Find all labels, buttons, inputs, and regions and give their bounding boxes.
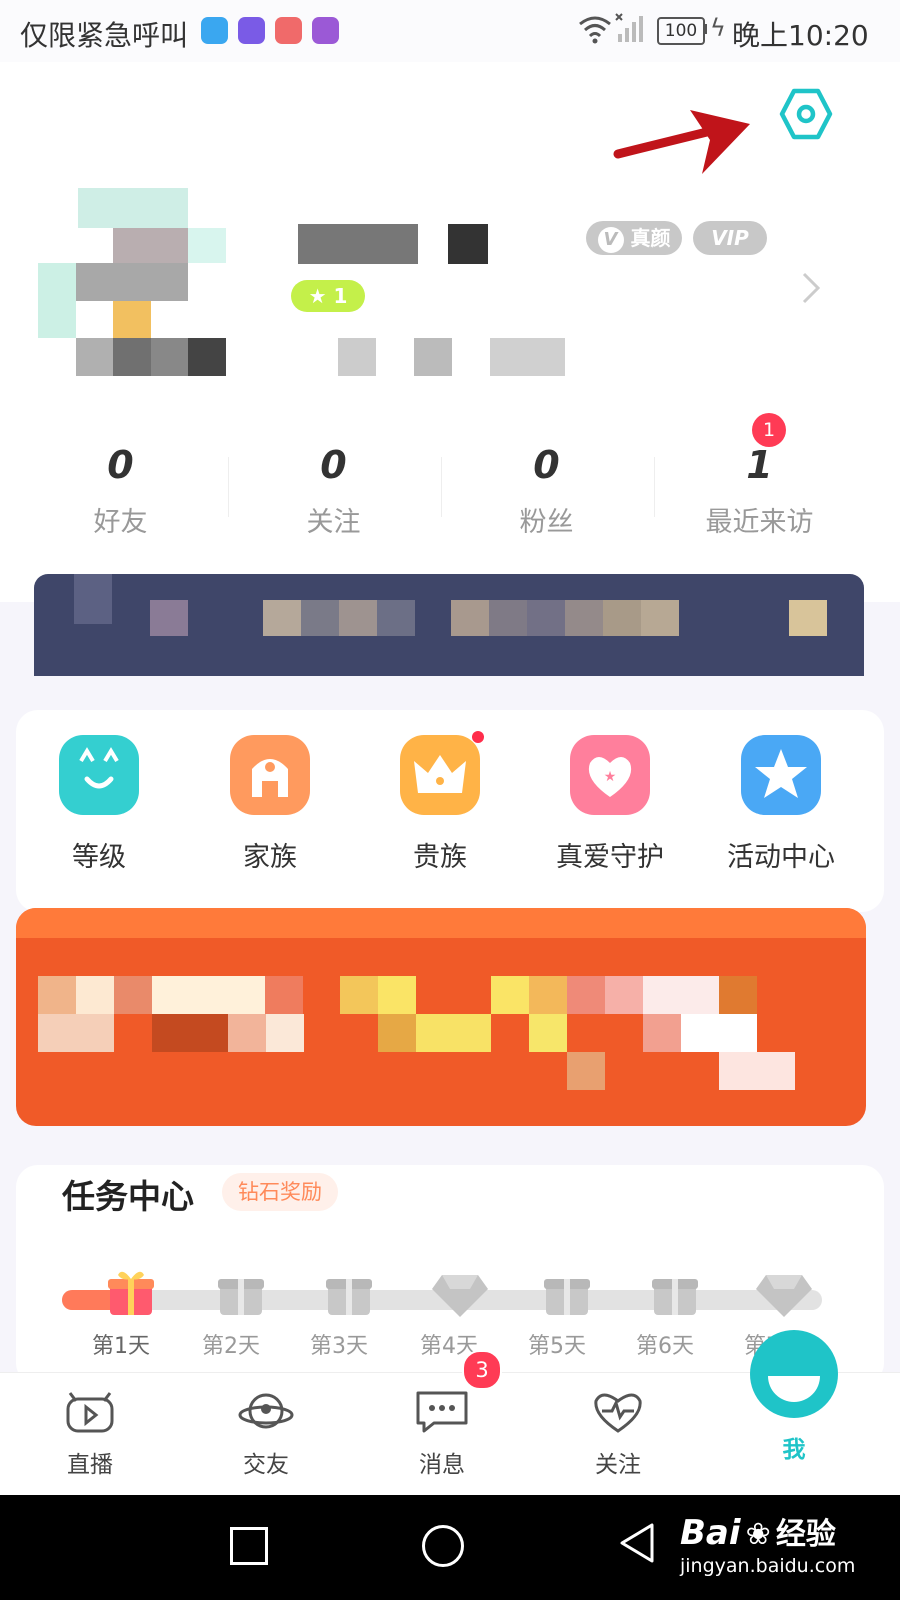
menu-activity-center-label: 活动中心 [727,842,835,873]
day-label: 第6天 [636,1334,694,1359]
live-tv-icon [66,1392,114,1433]
charging-icon: ϟ [710,14,726,42]
gift-icon[interactable] [104,1265,158,1319]
stat-friends[interactable]: 0 好友 [14,440,227,539]
me-face-icon [750,1330,838,1418]
tab-me[interactable]: 我 [704,1330,884,1464]
day-label: 第1天 [92,1334,150,1359]
settings-hexagon-icon[interactable] [778,86,834,142]
day-label: 第2天 [202,1334,260,1359]
watermark-brand: Bai [680,1513,741,1553]
menu-level-label: 等级 [72,842,126,873]
stat-following-label: 关注 [306,507,361,538]
svg-text:★: ★ [604,769,617,785]
diamond-icon[interactable] [754,1265,814,1319]
stat-following[interactable]: 0 关注 [227,440,440,539]
status-bar: 仅限紧急呼叫 100 ϟ 晚上10:20 [0,0,900,62]
diamond-icon[interactable] [430,1265,490,1319]
avatar[interactable] [38,188,228,378]
recent-apps-icon[interactable] [230,1527,268,1565]
tab-friends-label: 交友 [243,1452,289,1478]
real-face-badge-label: 真颜 [630,226,671,250]
verified-v-icon: V [597,226,624,253]
stat-friends-num: 0 [107,443,134,487]
gift-icon[interactable] [322,1265,376,1319]
username-redacted [298,224,518,264]
battery-tip [704,24,707,34]
signal-icon [615,13,643,42]
menu-family-label: 家族 [243,842,297,873]
menu-true-love[interactable]: ★ 真爱守护 [523,735,697,874]
menu-activity-center[interactable]: 活动中心 [694,735,868,874]
stat-recent-visitors[interactable]: 1 最近来访 [653,440,866,539]
heartbeat-icon [594,1393,642,1433]
menu-true-love-label: 真爱守护 [556,842,664,873]
watermark-suffix: 经验 [775,1517,836,1552]
back-icon[interactable] [616,1521,660,1565]
clock-text: 晚上10:20 [732,19,869,52]
vip-promo-banner[interactable] [34,574,864,676]
tab-follow[interactable]: 关注 [528,1385,708,1479]
real-face-badge[interactable]: V 真颜 [586,221,682,255]
crown-icon [400,731,484,815]
watermark-url: jingyan.baidu.com [680,1555,856,1577]
stat-fans-label: 粉丝 [519,507,574,538]
stat-visitors-label: 最近来访 [705,507,814,538]
home-icon[interactable] [422,1525,464,1567]
star-icon: ★ [308,284,327,308]
stat-friends-label: 好友 [93,507,148,538]
stat-fans-num: 0 [533,443,560,487]
tab-follow-label: 关注 [595,1452,641,1478]
message-bubble-icon [416,1391,468,1433]
star-icon [741,735,821,815]
menu-level[interactable]: 等级 [12,735,186,874]
tab-me-label: 我 [782,1437,806,1463]
diamond-reward-tag: 钻石奖励 [222,1173,338,1211]
annotation-arrow-icon [613,110,750,174]
friend-planet-icon [238,1393,294,1429]
tab-friends[interactable]: 交友 [176,1385,356,1479]
vip-badge[interactable]: VIP [693,221,767,255]
battery-indicator: 100 [657,17,705,45]
menu-noble-label: 贵族 [413,842,467,873]
tab-messages[interactable]: 消息 [352,1385,532,1479]
shield-app-icon [201,17,228,44]
user-level-value: 1 [333,284,348,308]
paw-icon: ❀ [745,1517,771,1552]
carrier-text: 仅限紧急呼叫 [20,19,189,52]
baidu-jingyan-watermark: Bai ❀ 经验 jingyan.baidu.com [680,1509,855,1577]
menu-noble[interactable]: 贵族 [353,731,527,874]
tab-messages-label: 消息 [419,1452,465,1478]
gift-icon[interactable] [648,1265,702,1319]
chevron-right-icon[interactable] [800,270,824,306]
family-castle-icon [230,735,310,815]
day-label: 第5天 [528,1334,586,1359]
stat-fans[interactable]: 0 粉丝 [440,440,653,539]
messages-unread-badge: 3 [462,1350,502,1390]
promo-banner[interactable] [16,908,866,1126]
day-label: 第3天 [310,1334,368,1359]
music-app-icon [238,17,265,44]
tab-live[interactable]: 直播 [0,1385,180,1479]
gift-icon[interactable] [214,1265,268,1319]
new-dot-badge [472,731,484,743]
menu-family[interactable]: 家族 [183,735,357,874]
user-level-badge: ★ 1 [291,280,365,312]
visitors-count-badge: 1 [752,413,786,447]
browser-app-icon [312,17,339,44]
wifi-icon [579,16,611,44]
notification-app-icon [275,17,302,44]
cat-face-icon [59,735,139,815]
task-center-title: 任务中心 [62,1177,194,1216]
tab-live-label: 直播 [67,1452,113,1478]
stat-visitors-num: 1 [746,443,773,487]
gift-icon[interactable] [540,1265,594,1319]
user-id-redacted [300,338,565,376]
system-nav-bar: Bai ❀ 经验 jingyan.baidu.com [0,1495,900,1600]
stat-following-num: 0 [320,443,347,487]
heart-shield-icon: ★ [570,735,650,815]
